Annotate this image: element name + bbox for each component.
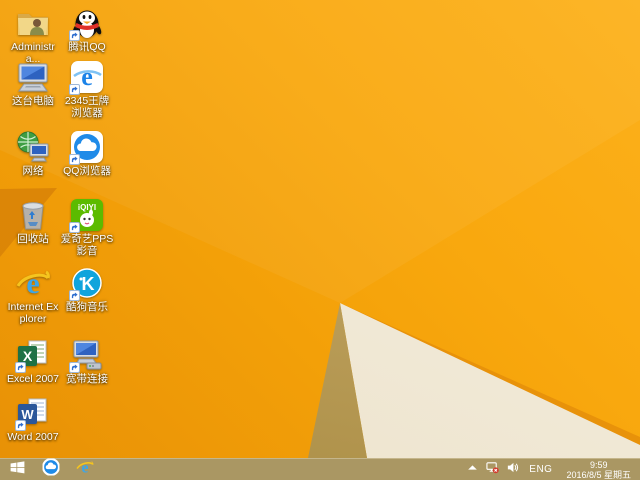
svg-text:K: K: [82, 274, 95, 294]
shortcut-arrow-icon: [69, 30, 80, 41]
speaker-icon: [506, 461, 519, 479]
desktop-icon-broadband[interactable]: 宽带连接: [60, 338, 114, 385]
ie-icon: e: [16, 266, 50, 300]
desktop-icon-label: 这台电脑: [12, 95, 54, 107]
svg-text:iQIYI: iQIYI: [78, 203, 96, 212]
desktop-icon-label: Word 2007: [7, 431, 59, 443]
desktop-icon-qq-browser[interactable]: QQ浏览器: [60, 130, 114, 177]
taskbar: e ENG 9:59 2016/8/5 星期五: [0, 458, 640, 480]
desktop-icon-label: 酷狗音乐: [66, 301, 108, 313]
chevron-up-icon: [466, 461, 479, 479]
recycle-bin-icon: [16, 198, 50, 232]
desktop-icon-excel[interactable]: X Excel 2007: [6, 338, 60, 385]
desktop-icon-grid: Administra... 腾讯QQ 这台电脑 e 2345王牌浏览器网络 QQ浏览器回收…: [6, 0, 126, 458]
qq-browser-icon: [42, 458, 60, 481]
desktop-icon-network[interactable]: 网络: [6, 130, 60, 177]
computer-icon: [16, 60, 50, 94]
tray-chevron-up[interactable]: [466, 461, 479, 479]
shortcut-arrow-icon: [15, 362, 26, 373]
desktop-icon-label: 宽带连接: [66, 373, 108, 385]
desktop-icon-word[interactable]: W Word 2007: [6, 396, 60, 443]
desktop-icon-label: 回收站: [17, 233, 49, 245]
desktop-icon-label: 网络: [22, 165, 44, 177]
kugou-icon: K: [69, 266, 104, 301]
tray-network-error[interactable]: [486, 461, 500, 479]
windows-logo-icon: [9, 459, 26, 481]
desktop-icon-ie[interactable]: e Internet Explorer: [6, 266, 60, 325]
desktop-icon-label: QQ浏览器: [63, 165, 111, 177]
excel-icon: X: [15, 338, 50, 373]
desktop-icon-label: 腾讯QQ: [68, 41, 106, 53]
desktop-icon-label: Internet Explorer: [7, 301, 59, 325]
windows-desktop: Administra... 腾讯QQ 这台电脑 e 2345王牌浏览器网络 QQ浏览器回收…: [0, 0, 640, 480]
taskbar-left: e: [0, 458, 102, 481]
clock[interactable]: 9:59 2016/8/5 星期五: [562, 460, 635, 480]
desktop-icon-browser-2345[interactable]: e 2345王牌浏览器: [60, 60, 114, 119]
iqiyi-pps-icon: iQIYI: [69, 198, 104, 233]
taskbar-pinned-apps: e: [34, 458, 102, 481]
shortcut-arrow-icon: [69, 84, 80, 95]
qq-icon: [69, 6, 104, 41]
system-tray: ENG 9:59 2016/8/5 星期五: [466, 459, 640, 480]
desktop-icon-label: Excel 2007: [7, 373, 59, 385]
tray-icons: [466, 461, 519, 479]
qq-browser-icon: [69, 130, 104, 165]
shortcut-arrow-icon: [69, 154, 80, 165]
desktop-icon-user-folder[interactable]: Administra...: [6, 6, 60, 65]
desktop-icon-label: 爱奇艺PPS 影音: [60, 233, 114, 257]
tray-speaker[interactable]: [506, 461, 519, 479]
taskbar-pinned-ie[interactable]: e: [68, 459, 102, 480]
desktop-icon-label: 2345王牌浏览器: [64, 95, 110, 119]
desktop-icon-recycle-bin[interactable]: 回收站: [6, 198, 60, 245]
ie-icon: e: [76, 458, 94, 481]
taskbar-pinned-qq-browser[interactable]: [34, 458, 68, 481]
shortcut-arrow-icon: [69, 290, 80, 301]
shortcut-arrow-icon: [69, 362, 80, 373]
word-icon: W: [15, 396, 50, 431]
desktop-icon-kugou[interactable]: K 酷狗音乐: [60, 266, 114, 313]
start-button[interactable]: [0, 459, 34, 480]
svg-text:e: e: [81, 62, 93, 91]
clock-date: 2016/8/5 星期五: [566, 469, 631, 480]
network-icon: [16, 130, 50, 164]
broadband-icon: [69, 338, 104, 373]
browser-2345-icon: e: [69, 60, 104, 95]
wallpaper: Administra... 腾讯QQ 这台电脑 e 2345王牌浏览器网络 QQ浏览器回收…: [0, 0, 640, 458]
clock-time: 9:59: [589, 459, 608, 470]
user-folder-icon: [16, 6, 50, 40]
desktop-icon-computer[interactable]: 这台电脑: [6, 60, 60, 107]
desktop-icon-qq[interactable]: 腾讯QQ: [60, 6, 114, 53]
shortcut-arrow-icon: [15, 420, 26, 431]
shortcut-arrow-icon: [69, 222, 80, 233]
language-indicator[interactable]: ENG: [526, 464, 555, 475]
desktop-icon-iqiyi-pps[interactable]: iQIYI 爱奇艺PPS 影音: [60, 198, 114, 257]
network-error-icon: [486, 461, 500, 479]
svg-text:e: e: [81, 459, 88, 476]
svg-text:e: e: [26, 267, 39, 300]
